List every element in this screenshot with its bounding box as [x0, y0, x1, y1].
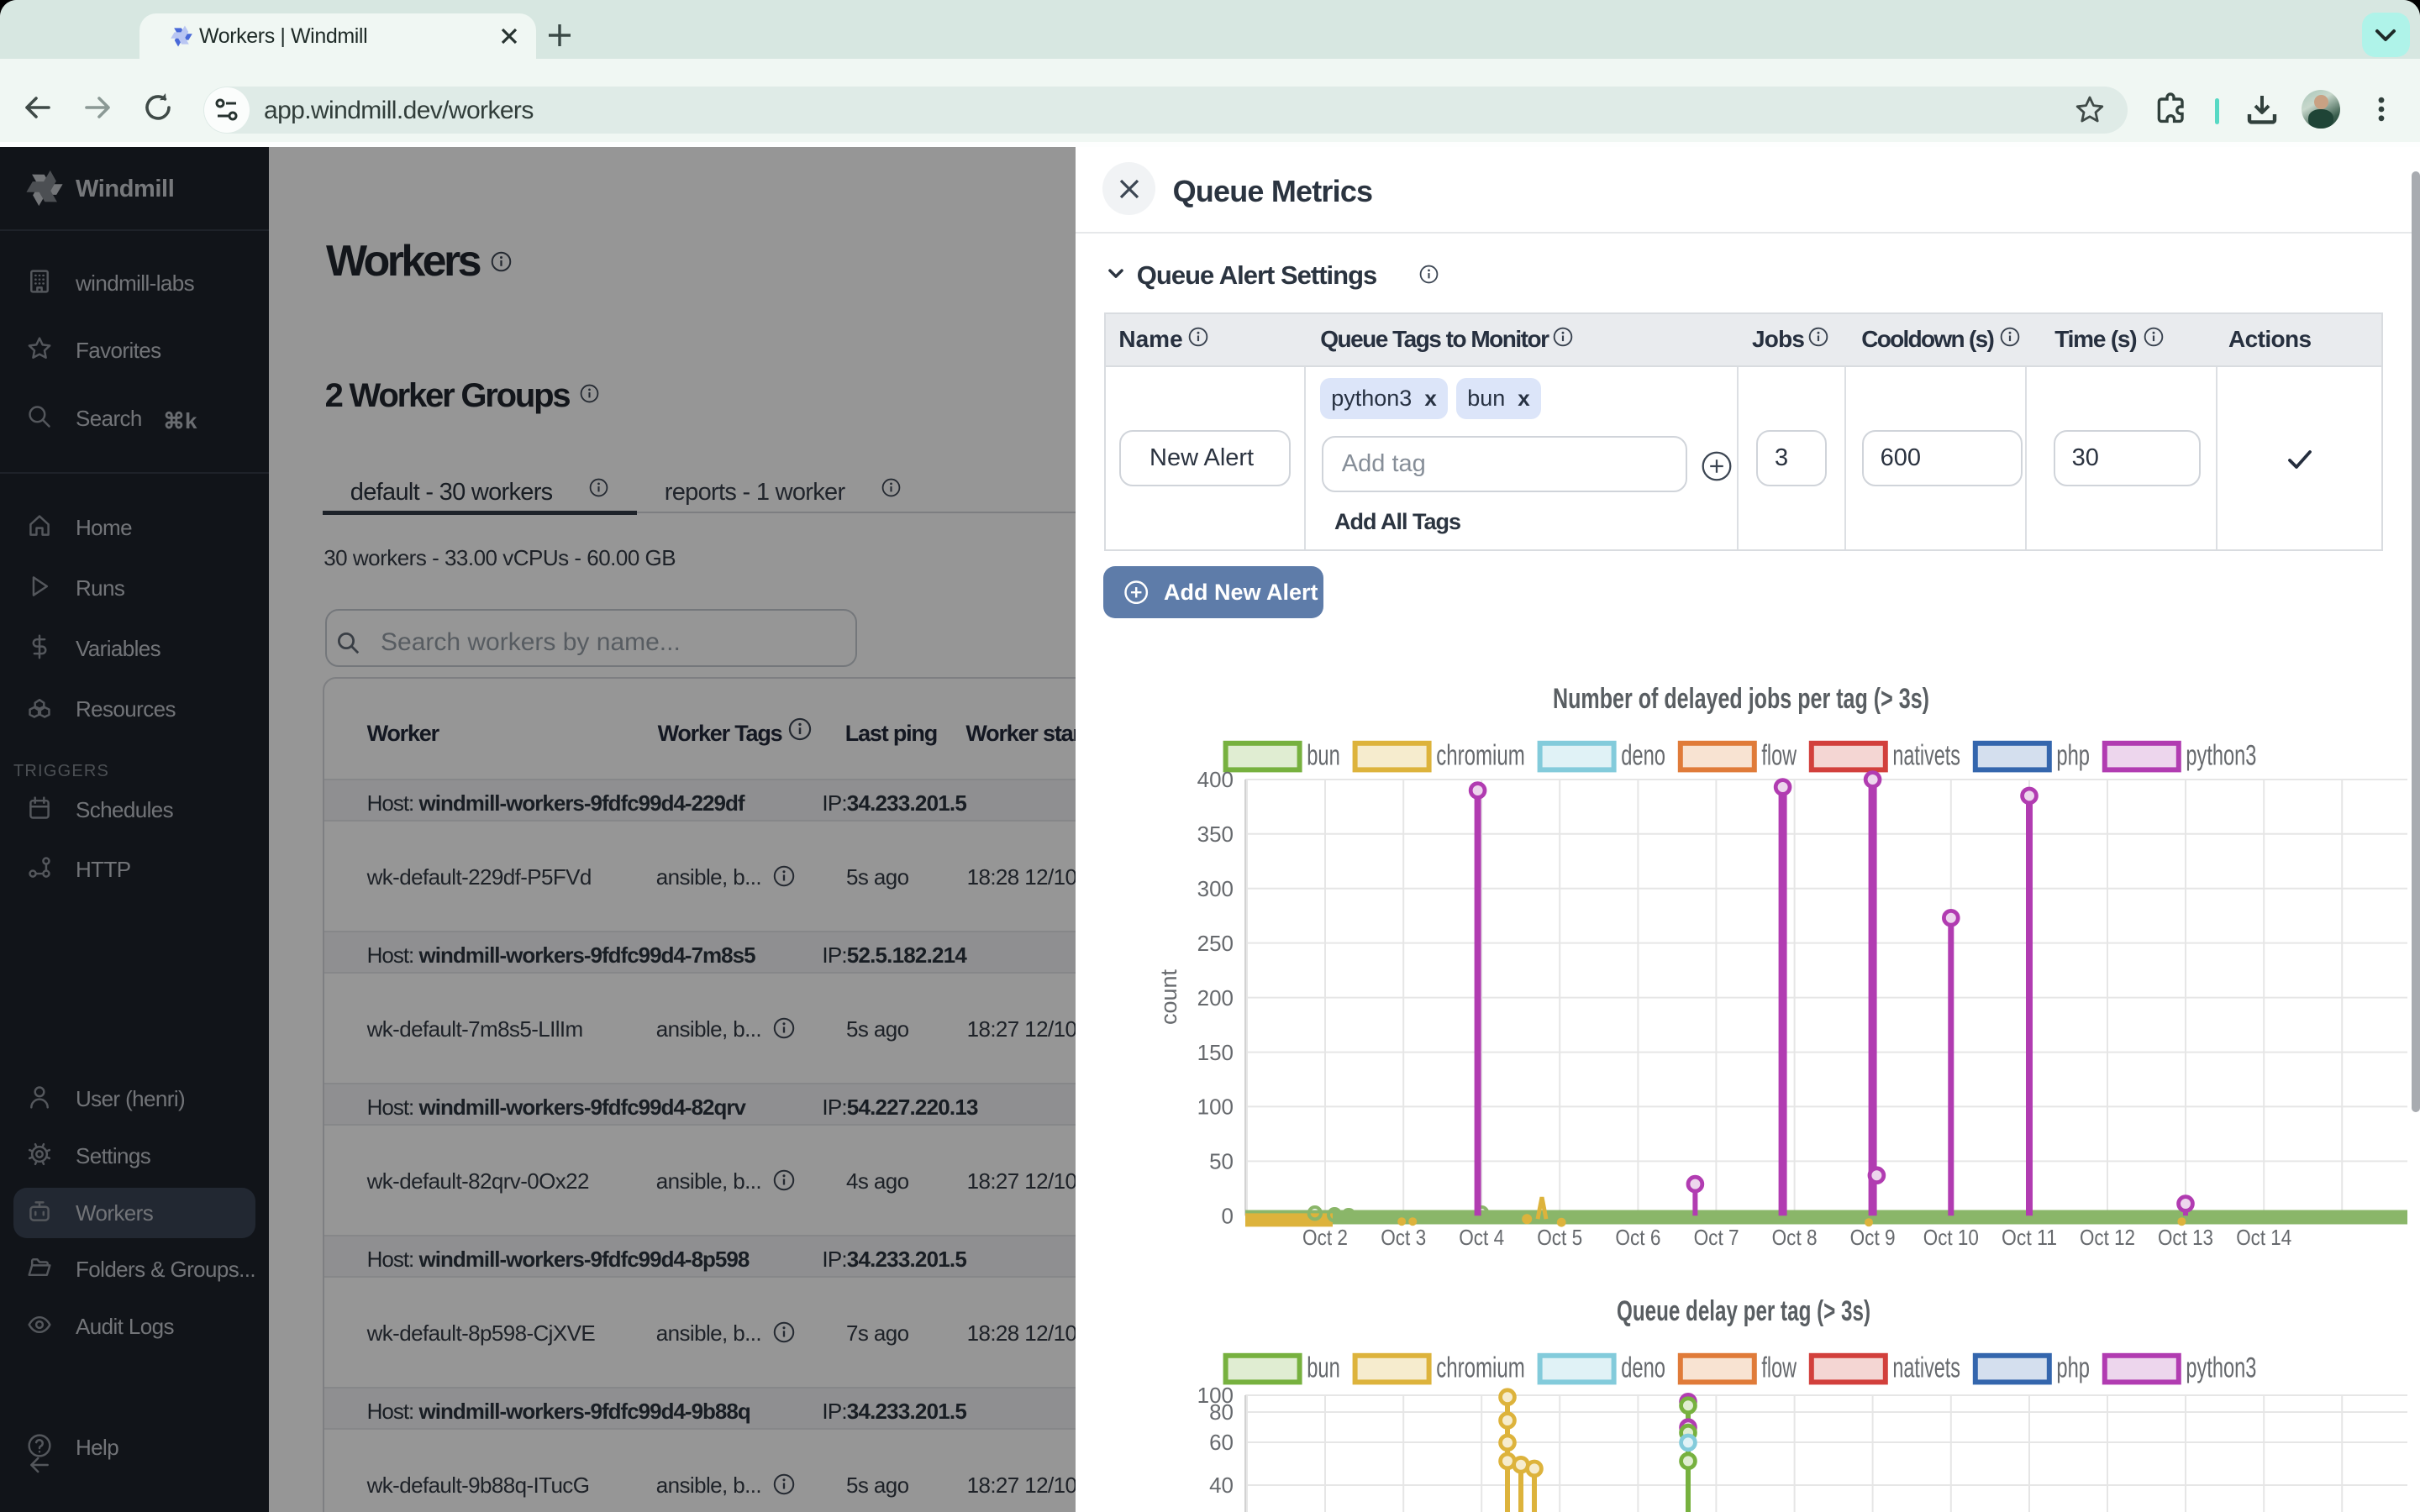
svg-text:400: 400	[1197, 767, 1234, 792]
svg-text:Oct 11: Oct 11	[2002, 1225, 2057, 1250]
svg-text:Oct 14: Oct 14	[2236, 1225, 2291, 1250]
svg-text:bun: bun	[1307, 1352, 1340, 1384]
svg-text:Oct 8: Oct 8	[1772, 1225, 1818, 1250]
svg-text:Oct 12: Oct 12	[2080, 1225, 2135, 1250]
svg-text:Oct 6: Oct 6	[1615, 1225, 1660, 1250]
svg-text:chromium: chromium	[1436, 1352, 1525, 1384]
svg-text:Oct 2: Oct 2	[1302, 1225, 1348, 1250]
svg-text:Oct 5: Oct 5	[1537, 1225, 1582, 1250]
svg-text:80: 80	[1209, 1399, 1234, 1425]
svg-text:Number of delayed jobs per tag: Number of delayed jobs per tag (> 3s)	[1553, 683, 1929, 715]
svg-text:Oct 3: Oct 3	[1381, 1225, 1426, 1250]
svg-text:deno: deno	[1621, 1352, 1665, 1384]
svg-text:php: php	[2056, 1352, 2090, 1384]
svg-text:0: 0	[1222, 1203, 1234, 1228]
svg-text:350: 350	[1197, 822, 1234, 847]
svg-text:deno: deno	[1621, 740, 1665, 772]
svg-text:250: 250	[1197, 931, 1234, 956]
svg-text:php: php	[2056, 740, 2090, 772]
svg-text:Oct 9: Oct 9	[1850, 1225, 1896, 1250]
svg-text:nativets: nativets	[1892, 1352, 1960, 1384]
svg-text:flow: flow	[1761, 740, 1797, 772]
svg-text:chromium: chromium	[1436, 740, 1525, 772]
svg-text:300: 300	[1197, 876, 1234, 901]
svg-text:50: 50	[1209, 1149, 1234, 1174]
svg-text:python3: python3	[2186, 740, 2256, 772]
svg-text:nativets: nativets	[1892, 740, 1960, 772]
svg-text:60: 60	[1209, 1430, 1234, 1455]
svg-text:Oct 4: Oct 4	[1459, 1225, 1504, 1250]
svg-text:40: 40	[1209, 1473, 1234, 1498]
svg-text:150: 150	[1197, 1040, 1234, 1065]
svg-text:bun: bun	[1307, 740, 1340, 772]
svg-text:200: 200	[1197, 985, 1234, 1011]
svg-text:Queue delay per tag (> 3s): Queue delay per tag (> 3s)	[1617, 1295, 1870, 1327]
svg-text:Oct 7: Oct 7	[1694, 1225, 1739, 1250]
svg-text:Oct 13: Oct 13	[2158, 1225, 2213, 1250]
svg-text:100: 100	[1197, 1095, 1234, 1120]
svg-text:python3: python3	[2186, 1352, 2256, 1384]
svg-text:Oct 10: Oct 10	[1923, 1225, 1979, 1250]
svg-text:flow: flow	[1761, 1352, 1797, 1384]
svg-text:count: count	[1156, 969, 1181, 1025]
